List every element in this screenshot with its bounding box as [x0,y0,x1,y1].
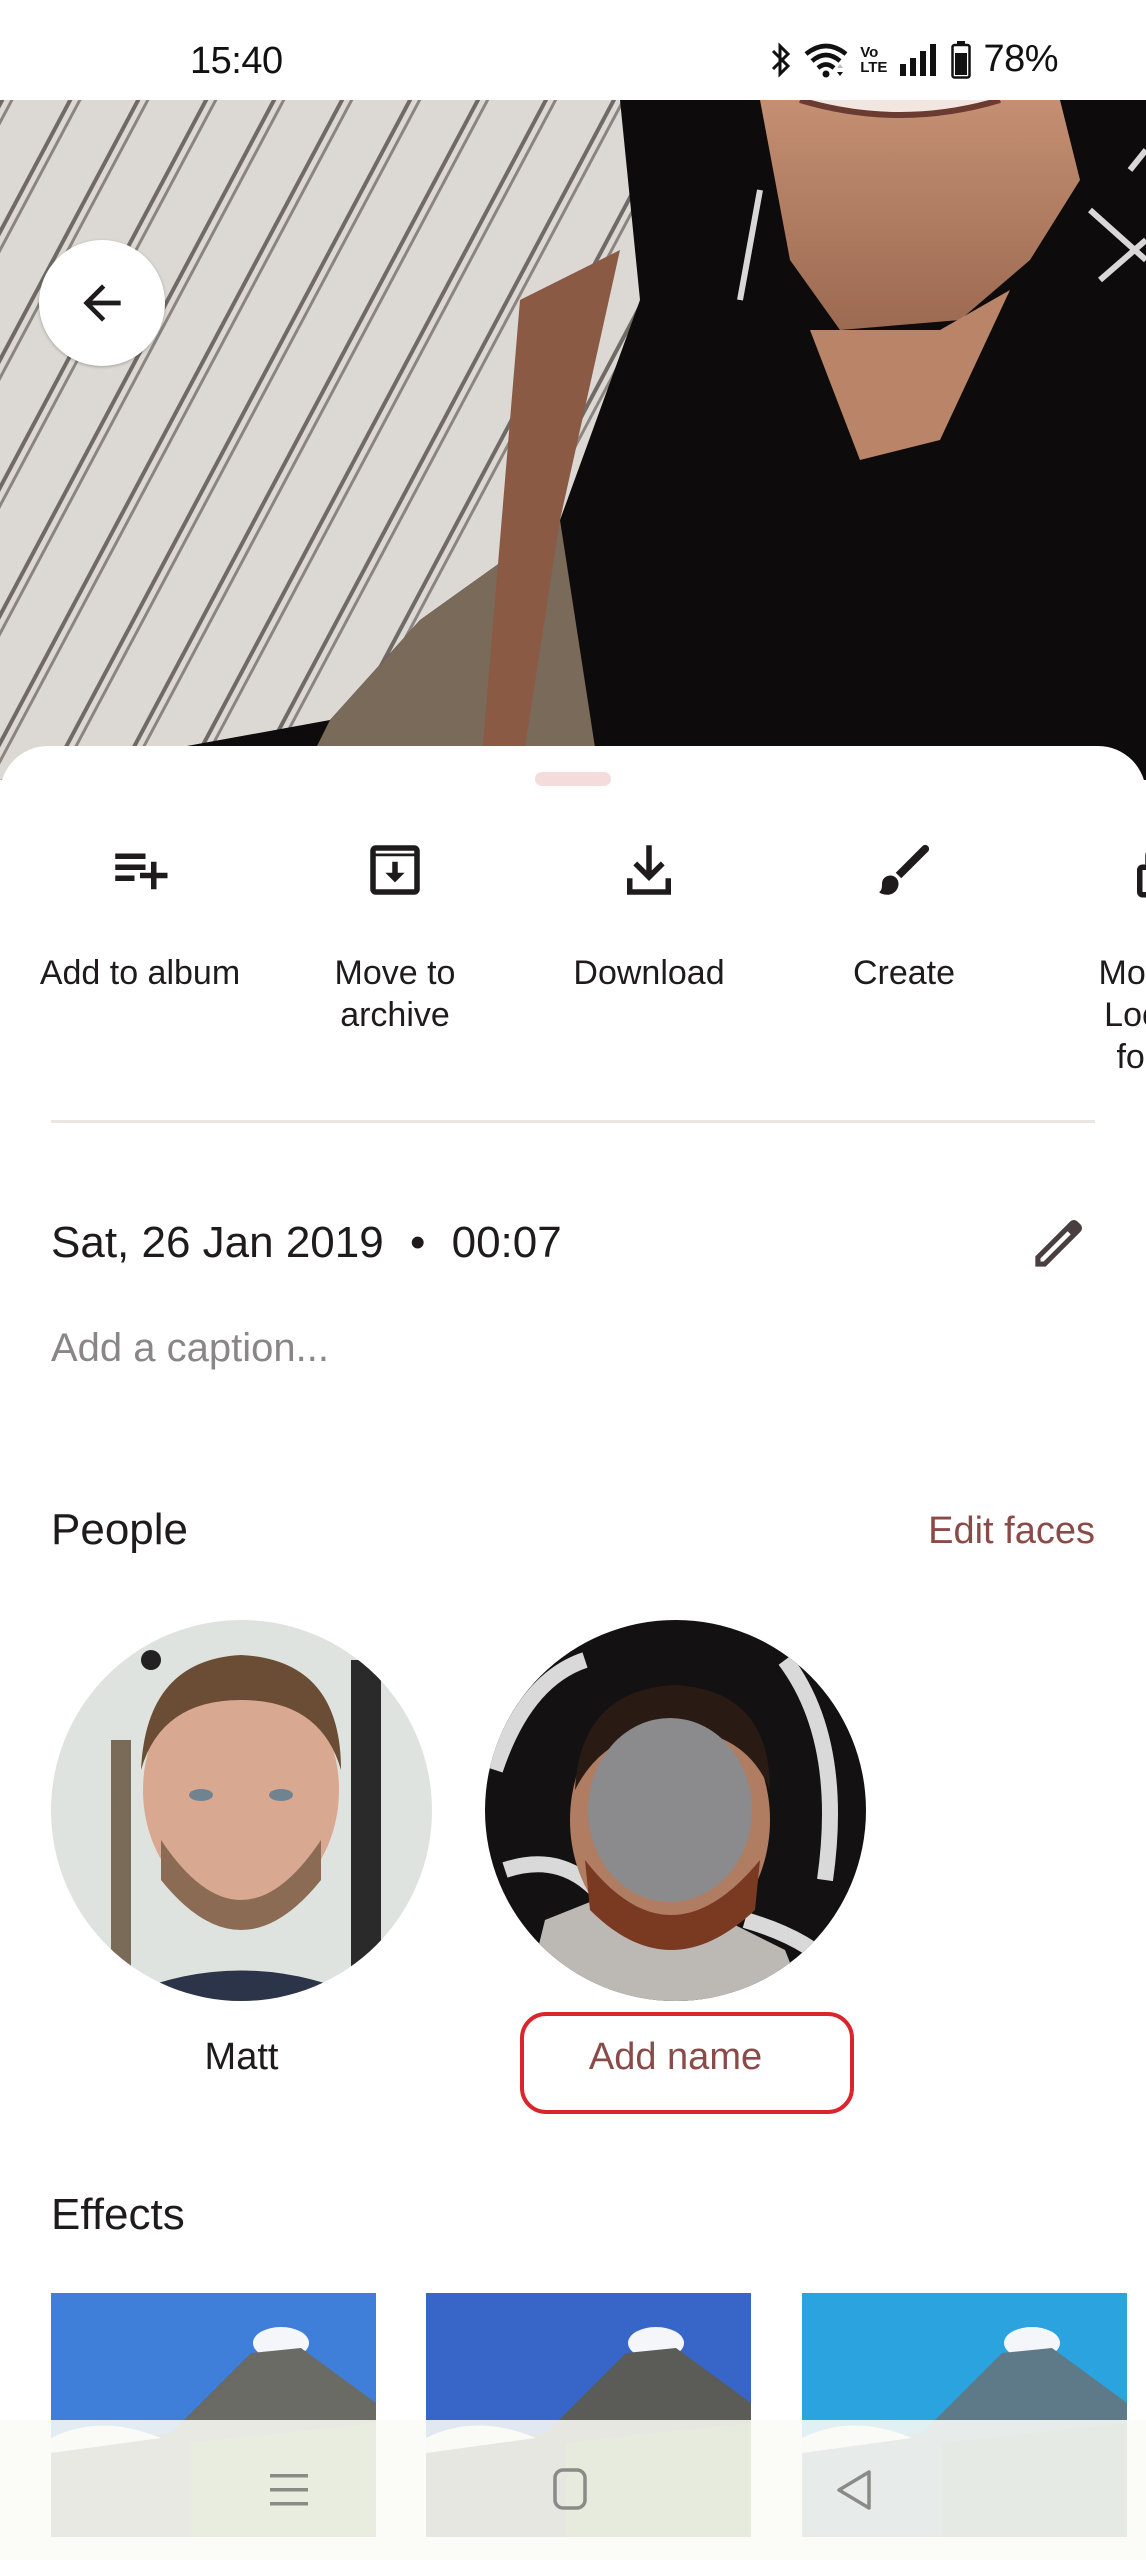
highlight-annotation [520,2012,854,2114]
archive-icon [370,845,420,895]
battery-icon [951,40,972,79]
volte-bottom: LTE [860,58,888,76]
avatar-image [51,1620,432,2001]
recents-icon [270,2474,308,2506]
status-time: 15:40 [190,40,283,82]
download-button[interactable]: Download [534,820,764,994]
bluetooth-icon [772,41,791,78]
photo-viewer[interactable] [0,100,1146,780]
back-icon [837,2470,871,2510]
move-to-locked-folder-button[interactable]: Move to Locked folder [1044,820,1146,1078]
time-text: 00:07 [451,1218,562,1267]
actions-row: Add to album Move to archive Download Cr… [0,820,1146,1076]
person-avatar-unnamed[interactable] [485,1620,866,2001]
home-icon [553,2468,587,2510]
caption-input[interactable] [51,1326,951,1371]
home-button[interactable] [527,2450,617,2530]
edit-date-button[interactable] [1020,1210,1092,1282]
back-button[interactable] [39,240,165,366]
date-separator: • [409,1218,426,1267]
brush-icon [879,844,930,895]
action-label: Download [573,954,725,992]
person-name-matt[interactable]: Matt [51,2036,432,2079]
lock-folder-icon [1137,852,1146,898]
people-heading: People [51,1505,189,1554]
recents-button[interactable] [244,2450,334,2530]
create-button[interactable]: Create [789,820,1019,994]
action-label: Move to Locked folder [1098,954,1146,1076]
download-icon [627,845,671,895]
volte-icon: Vo LTE [860,45,887,75]
pencil-icon [1035,1219,1083,1267]
playlist-add-icon [115,853,168,890]
move-to-archive-button[interactable]: Move to archive [280,820,510,1036]
volte-top: Vo [860,43,879,61]
effects-heading: Effects [51,2190,185,2239]
wifi-icon [804,43,848,77]
system-nav-bar [0,2420,1146,2560]
back-nav-button[interactable] [810,2450,900,2530]
date-time: Sat, 26 Jan 2019 • 00:07 [51,1218,562,1268]
edit-faces-link[interactable]: Edit faces [928,1510,1095,1553]
action-label: Create [852,954,956,992]
arrow-back-icon [83,284,121,322]
date-text: Sat, 26 Jan 2019 [51,1218,384,1267]
divider [51,1120,1095,1123]
status-bar: 15:40 Vo LTE 78% [0,0,1146,100]
battery-percent: 78% [983,38,1058,80]
action-label: Move to archive [334,954,456,1034]
avatar-image [485,1620,866,2001]
drag-handle[interactable] [535,772,611,786]
action-label: Add to album [39,954,241,992]
signal-icon [900,43,937,76]
status-icons: Vo LTE 78% [770,38,1058,81]
person-avatar-matt[interactable] [51,1620,432,2001]
add-to-album-button[interactable]: Add to album [25,820,255,994]
photo-image [0,100,1146,780]
